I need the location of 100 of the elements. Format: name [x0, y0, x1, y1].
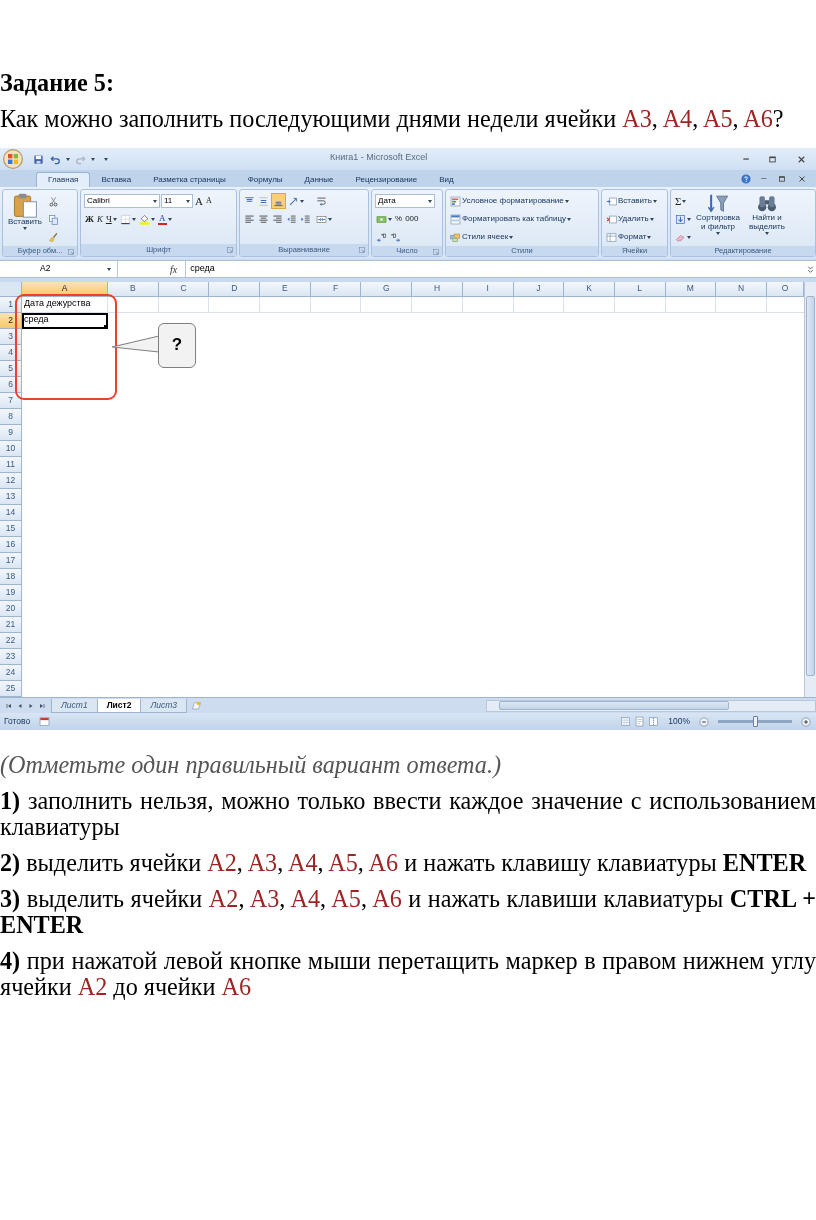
column-header[interactable]: J	[513, 282, 565, 297]
column-header[interactable]: G	[361, 282, 413, 297]
find-select-button[interactable]: Найти и выделить	[744, 192, 790, 246]
clipboard-icon	[11, 192, 38, 218]
thousands-button[interactable]: 000	[404, 211, 420, 227]
column-header[interactable]: D	[209, 282, 261, 297]
vertical-scrollbar[interactable]	[804, 282, 816, 697]
sort-filter-button[interactable]: Сортировка и фильтр	[695, 192, 741, 246]
column-header[interactable]: N	[716, 282, 767, 297]
ribbon-tab[interactable]: Формулы	[236, 173, 294, 187]
row-header[interactable]: 21	[0, 617, 22, 633]
active-cell: среда	[22, 313, 108, 329]
row-header[interactable]: 4	[0, 345, 22, 361]
row-header[interactable]: 14	[0, 505, 22, 521]
align-bottom-button[interactable]	[271, 193, 286, 209]
answer-option: 2) выделить ячейки A2, A3, A4, A5, A6 и нажать клавишу клавиатуры ENTER	[0, 850, 816, 876]
dropdown-field[interactable]: Дата	[375, 194, 435, 208]
paste-button[interactable]: Вставить	[6, 192, 44, 246]
caret-icon	[107, 267, 111, 271]
row-header[interactable]: 18	[0, 569, 22, 585]
formula-field[interactable]: среда	[185, 261, 805, 277]
dialog-launcher-icon[interactable]	[67, 248, 75, 256]
row-header[interactable]: 17	[0, 553, 22, 569]
slider-thumb[interactable]	[752, 716, 758, 727]
row-header[interactable]: 25	[0, 681, 22, 697]
column-header[interactable]: E	[260, 282, 311, 297]
page-break-icon	[648, 716, 660, 727]
dialog-launcher-icon[interactable]	[226, 246, 234, 254]
row-header[interactable]: 6	[0, 377, 22, 393]
format-table-button[interactable]: Форматировать как таблицу	[449, 211, 573, 227]
last-sheet-icon	[38, 701, 46, 710]
delete-button[interactable]: Удалить	[605, 211, 655, 227]
ribbon-tab[interactable]: Вставка	[90, 173, 143, 187]
sheet-tab[interactable]: Лист2	[96, 698, 142, 713]
align-center-icon	[258, 213, 269, 225]
row-header[interactable]: 13	[0, 489, 22, 505]
brush-icon	[47, 231, 59, 243]
column-header[interactable]: L	[614, 282, 666, 297]
dropdown-field[interactable]: Calibri	[84, 194, 160, 208]
callout-bubble: ?	[158, 323, 196, 368]
office-button[interactable]	[2, 148, 24, 170]
conditional-format-button[interactable]: Условное форматирование	[449, 193, 570, 209]
row-header[interactable]: 11	[0, 457, 22, 473]
column-header[interactable]: I	[462, 282, 514, 297]
view-button[interactable]	[633, 713, 647, 730]
previous-sheet-icon	[16, 701, 24, 710]
row-header[interactable]: 24	[0, 665, 22, 681]
underline-button[interactable]: Ч	[104, 211, 118, 227]
ribbon-tab[interactable]: Рецензирование	[344, 173, 429, 187]
row-header[interactable]: 8	[0, 409, 22, 425]
row-header[interactable]: 20	[0, 601, 22, 617]
horizontal-scrollbar[interactable]	[486, 699, 816, 712]
ribbon-tab[interactable]: Данные	[293, 173, 345, 187]
ribbon-tab[interactable]: Главная	[36, 172, 91, 187]
sheet-tab[interactable]: Лист3	[140, 698, 188, 713]
ribbon-tab[interactable]: Вид	[428, 173, 465, 187]
ribbon-tab[interactable]: Разметка страницы	[142, 173, 237, 187]
macro-record-icon	[39, 716, 51, 727]
dialog-launcher-icon[interactable]	[358, 246, 366, 254]
instruction-text: (Отметьте один правильный вариант ответа.)	[0, 752, 502, 778]
round-logo-icon	[3, 149, 23, 169]
row-header[interactable]: 3	[0, 329, 22, 345]
row-header[interactable]: 12	[0, 473, 22, 489]
italic-button[interactable]: К	[95, 211, 104, 227]
sheet-tab[interactable]: Лист1	[51, 698, 98, 713]
column-header[interactable]: F	[310, 282, 362, 297]
column-header[interactable]: K	[564, 282, 615, 297]
select-all-corner[interactable]	[0, 282, 22, 297]
column-header[interactable]: B	[108, 282, 159, 297]
close-icon	[797, 173, 807, 184]
column-header[interactable]: M	[665, 282, 717, 297]
row-header[interactable]: 9	[0, 425, 22, 441]
name-box[interactable]: A2	[0, 261, 118, 277]
row-header[interactable]: 16	[0, 537, 22, 553]
bar-table-icon	[450, 195, 461, 207]
column-header[interactable]: H	[412, 282, 463, 297]
format-button[interactable]: Формат	[605, 229, 653, 245]
cell-styles-button[interactable]: Стили ячеек	[449, 229, 515, 245]
column-header[interactable]: O	[766, 282, 804, 297]
column-header[interactable]: C	[158, 282, 210, 297]
row-header[interactable]: 5	[0, 361, 22, 377]
row-header[interactable]: 1	[0, 297, 22, 313]
row-header[interactable]: 7	[0, 393, 22, 409]
row-header[interactable]: 10	[0, 441, 22, 457]
dropdown-field[interactable]: 11	[161, 194, 193, 208]
bold-button[interactable]: Ж	[84, 211, 95, 227]
sum-button[interactable]: Σ	[674, 193, 688, 209]
insert-button[interactable]: Вставить	[605, 193, 658, 209]
row-header[interactable]: 23	[0, 649, 22, 665]
row-header[interactable]: 22	[0, 633, 22, 649]
grow-font-button[interactable]: A	[194, 193, 204, 209]
diagonal-arrow-icon	[288, 195, 299, 207]
row-header[interactable]: 15	[0, 521, 22, 537]
row-header[interactable]: 19	[0, 585, 22, 601]
shrink-font-button[interactable]: A	[204, 193, 213, 209]
window-title: Книга1 - Microsoft Excel	[330, 153, 428, 163]
row-header[interactable]: 2	[0, 313, 22, 329]
percent-button[interactable]: %	[394, 211, 404, 227]
font-color-button[interactable]: A	[156, 211, 173, 227]
dialog-launcher-icon[interactable]	[432, 248, 440, 256]
